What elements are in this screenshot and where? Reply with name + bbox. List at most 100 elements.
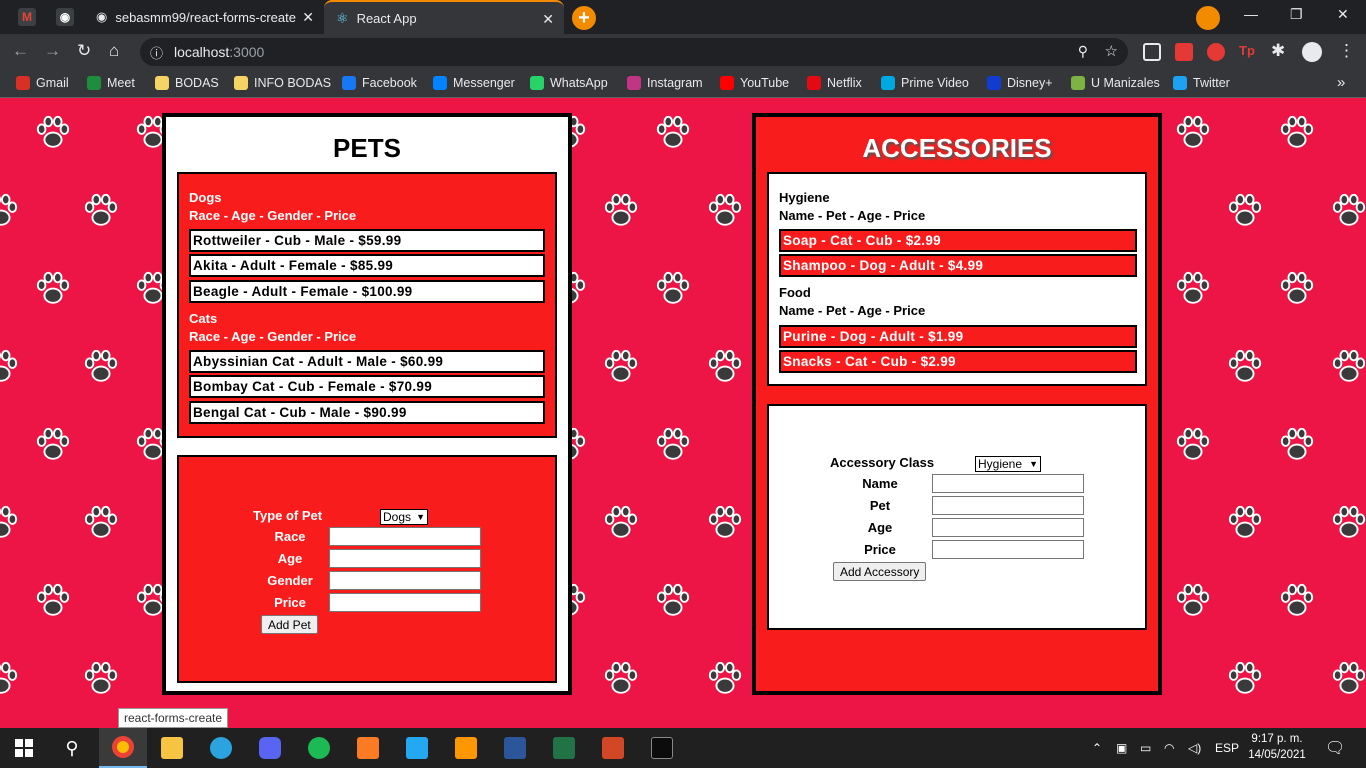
extension-icon[interactable]: Tp: [1239, 43, 1257, 61]
name-label: Name: [862, 476, 898, 491]
age-input[interactable]: [329, 549, 481, 568]
bookmark-meet[interactable]: Meet: [87, 76, 135, 90]
search-icon[interactable]: ⚲: [48, 728, 96, 768]
taskbar-spotify[interactable]: [295, 728, 343, 768]
group-name-dogs: Dogs: [189, 190, 222, 205]
gender-input[interactable]: [329, 571, 481, 590]
taskbar-telegram[interactable]: [197, 728, 245, 768]
clock[interactable]: 9:17 p. m. 14/05/2021: [1246, 731, 1308, 763]
restore-button[interactable]: ❐: [1290, 6, 1303, 23]
paw-print-icon: [1330, 348, 1366, 386]
reload-icon[interactable]: ↻: [77, 41, 91, 61]
bookmark-info-bodas[interactable]: INFO BODAS: [234, 76, 331, 90]
paw-print-icon: [654, 582, 692, 620]
pet-input[interactable]: [932, 496, 1084, 515]
spotify-icon: [308, 737, 330, 759]
bookmark-prime-video[interactable]: Prime Video: [881, 76, 969, 90]
volume-icon[interactable]: ◁): [1188, 741, 1201, 755]
paw-print-icon: [1174, 582, 1212, 620]
price-input[interactable]: [329, 593, 481, 612]
pets-panel: PETS Dogs Race - Age - Gender - Price Ro…: [162, 113, 572, 695]
puzzle-icon[interactable]: ✱: [1271, 41, 1285, 61]
menu-icon[interactable]: ⋮: [1338, 41, 1355, 61]
battery-icon[interactable]: ▭: [1140, 741, 1151, 755]
close-tab-icon[interactable]: ✕: [542, 11, 554, 28]
profile-avatar[interactable]: [1196, 6, 1220, 30]
list-item: Rottweiler - Cub - Male - $59.99: [189, 229, 545, 252]
bookmark-u-manizales[interactable]: U Manizales: [1071, 76, 1160, 90]
price-input[interactable]: [932, 540, 1084, 559]
list-item: Beagle - Adult - Female - $100.99: [189, 280, 545, 303]
bookmark-instagram[interactable]: Instagram: [627, 76, 703, 90]
minimize-button[interactable]: —: [1244, 6, 1258, 22]
name-input[interactable]: [932, 474, 1084, 493]
new-tab-button[interactable]: +: [572, 6, 596, 30]
taskbar-sublime[interactable]: [442, 728, 490, 768]
extension-icon[interactable]: [1143, 43, 1161, 61]
taskbar-word[interactable]: [491, 728, 539, 768]
bookmark-facebook[interactable]: Facebook: [342, 76, 417, 90]
home-icon[interactable]: ⌂: [109, 41, 119, 61]
bookmark-twitter[interactable]: Twitter: [1173, 76, 1230, 90]
bookmark-messenger[interactable]: Messenger: [433, 76, 515, 90]
taskbar-discord[interactable]: [246, 728, 294, 768]
add-accessory-button[interactable]: Add Accessory: [833, 562, 927, 581]
price-label: Price: [274, 595, 306, 610]
taskbar-vscode[interactable]: [393, 728, 441, 768]
info-icon[interactable]: ⓘ: [150, 43, 163, 62]
paw-print-icon: [82, 348, 120, 386]
age-input[interactable]: [932, 518, 1084, 537]
tab-react-app[interactable]: ⚛ React App ✕: [324, 0, 564, 34]
u-manizales-icon: [1071, 76, 1085, 90]
url-host: localhost: [174, 44, 230, 60]
bookmark-star-icon[interactable]: ☆: [1105, 42, 1118, 60]
extension-icon[interactable]: [1207, 43, 1225, 61]
wifi-icon[interactable]: ◠: [1164, 741, 1174, 755]
pet-type-select[interactable]: Dogs ▼: [380, 509, 428, 525]
taskbar-terminal[interactable]: [638, 728, 686, 768]
paw-print-icon: [1174, 426, 1212, 464]
list-item: Bengal Cat - Cub - Male - $90.99: [189, 401, 545, 424]
back-arrow-icon[interactable]: ←: [12, 41, 29, 61]
excel-icon: [553, 737, 575, 759]
bookmark-disney-plus[interactable]: Disney+: [987, 76, 1053, 90]
taskbar-chrome[interactable]: [99, 728, 147, 768]
bookmark-whatsapp[interactable]: WhatsApp: [530, 76, 608, 90]
profile-icon[interactable]: [1302, 42, 1322, 62]
instagram-icon: [627, 76, 641, 90]
add-pet-button[interactable]: Add Pet: [261, 615, 318, 634]
bookmarks-overflow-button[interactable]: »: [1337, 74, 1345, 91]
paw-print-icon: [1330, 660, 1366, 698]
taskbar-powerpoint[interactable]: [589, 728, 637, 768]
meet-now-icon[interactable]: ▣: [1116, 741, 1127, 755]
forward-arrow-icon[interactable]: →: [44, 41, 61, 61]
bookmark-bodas[interactable]: BODAS: [155, 76, 219, 90]
language-indicator[interactable]: ESP: [1215, 741, 1239, 755]
bookmark-gmail[interactable]: Gmail: [16, 76, 69, 90]
group-header-food: Name - Pet - Age - Price: [779, 303, 926, 318]
group-name-cats: Cats: [189, 311, 218, 326]
taskbar-xampp[interactable]: [344, 728, 392, 768]
tab-github-repo[interactable]: ◉ sebasmm99/react-forms-create ✕: [84, 0, 324, 34]
accessory-class-select[interactable]: Hygiene ▼: [975, 456, 1041, 472]
github-pinned-tab-icon[interactable]: ◉: [56, 8, 74, 26]
youtube-icon: [720, 76, 734, 90]
chevron-up-icon[interactable]: ⌃: [1092, 741, 1102, 755]
gmail-pinned-tab-icon[interactable]: M: [18, 8, 36, 26]
address-bar[interactable]: ⓘ localhost:3000 ⚲ ☆: [140, 38, 1128, 66]
taskbar-excel[interactable]: [540, 728, 588, 768]
extension-icon[interactable]: [1175, 43, 1193, 61]
paw-print-icon: [1174, 270, 1212, 308]
browser-toolbar: ← → ↻ ⌂ ⓘ localhost:3000 ⚲ ☆ Tp ✱ ⋮: [0, 34, 1366, 70]
bookmark-netflix[interactable]: Netflix: [807, 76, 862, 90]
discord-icon: [259, 737, 281, 759]
zoom-search-icon[interactable]: ⚲: [1078, 43, 1088, 60]
price-label: Price: [864, 542, 896, 557]
start-button[interactable]: [0, 728, 48, 768]
notifications-icon[interactable]: 🗨: [1325, 738, 1345, 758]
taskbar-file-explorer[interactable]: [148, 728, 196, 768]
race-input[interactable]: [329, 527, 481, 546]
bookmark-youtube[interactable]: YouTube: [720, 76, 789, 90]
close-window-button[interactable]: ✕: [1337, 6, 1349, 23]
close-tab-icon[interactable]: ✕: [302, 9, 314, 26]
